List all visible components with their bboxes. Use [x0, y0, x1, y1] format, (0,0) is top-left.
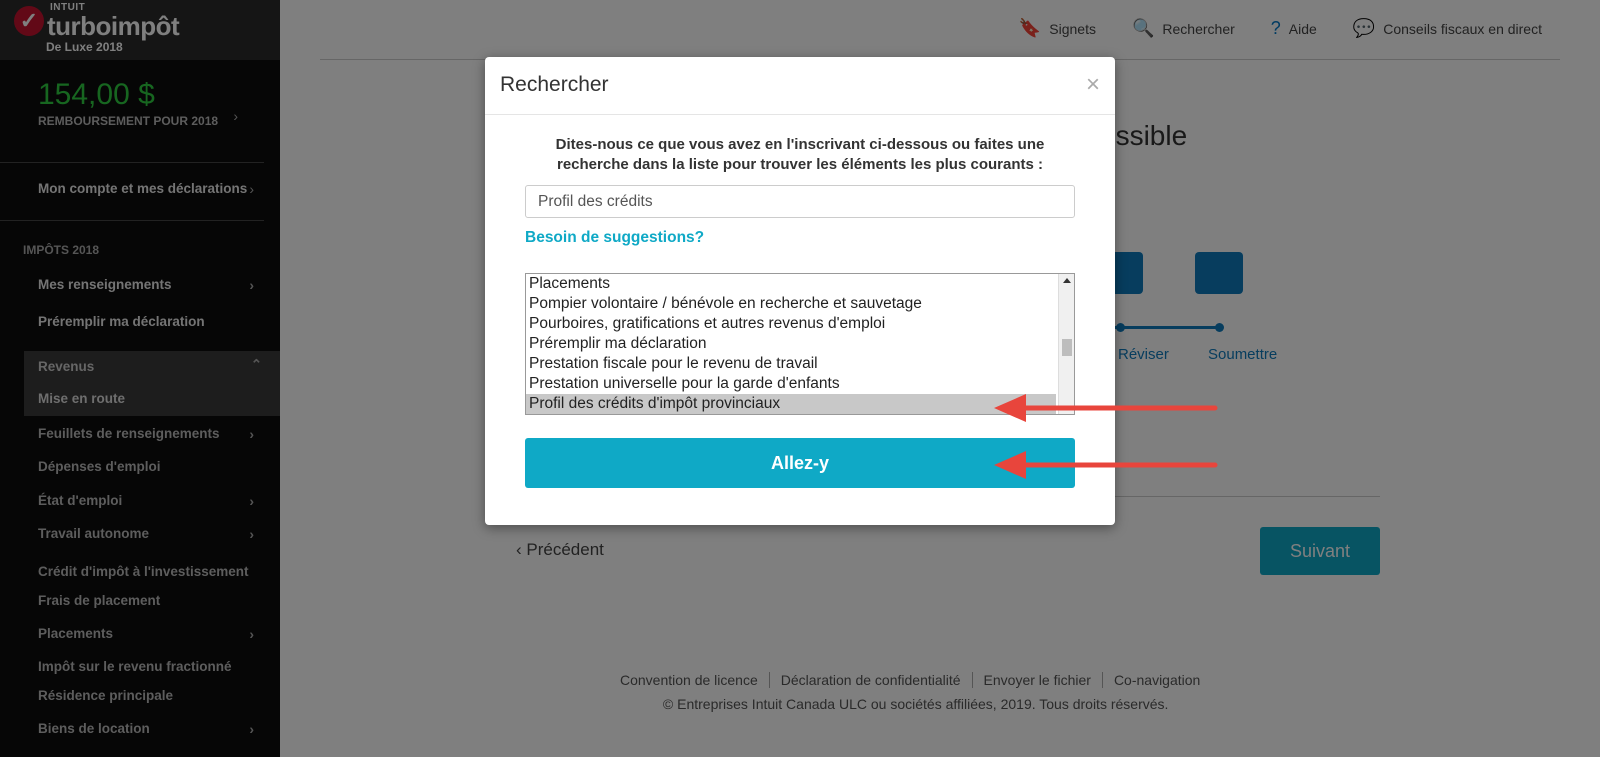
listbox-option[interactable]: Pompier volontaire / bénévole en recherc…: [526, 294, 1056, 314]
annotation-arrows: [994, 394, 1218, 479]
listbox-option[interactable]: Préremplir ma déclaration: [526, 334, 1056, 354]
modal-title: Rechercher: [500, 73, 609, 96]
scrollbar-thumb[interactable]: [1062, 339, 1072, 356]
suggestions-link[interactable]: Besoin de suggestions?: [525, 229, 704, 247]
listbox-option[interactable]: Prestation fiscale pour le revenu de tra…: [526, 354, 1056, 374]
listbox-option[interactable]: Profil des crédits d'impôt provinciaux: [526, 394, 1056, 414]
listbox-option[interactable]: Pourboires, gratifications et autres rev…: [526, 314, 1056, 334]
scroll-up-arrow-icon[interactable]: [1063, 278, 1071, 283]
search-input[interactable]: [525, 185, 1075, 218]
modal-instructions: Dites-nous ce que vous avez en l'inscriv…: [555, 136, 1045, 173]
listbox-option[interactable]: Placements: [526, 274, 1056, 294]
modal-header: Rechercher ×: [485, 57, 1115, 115]
annotation-arrow: [994, 394, 1218, 422]
close-icon[interactable]: ×: [1086, 71, 1100, 99]
annotation-arrow: [994, 451, 1218, 479]
listbox-option[interactable]: Prestation universelle pour la garde d'e…: [526, 374, 1056, 394]
